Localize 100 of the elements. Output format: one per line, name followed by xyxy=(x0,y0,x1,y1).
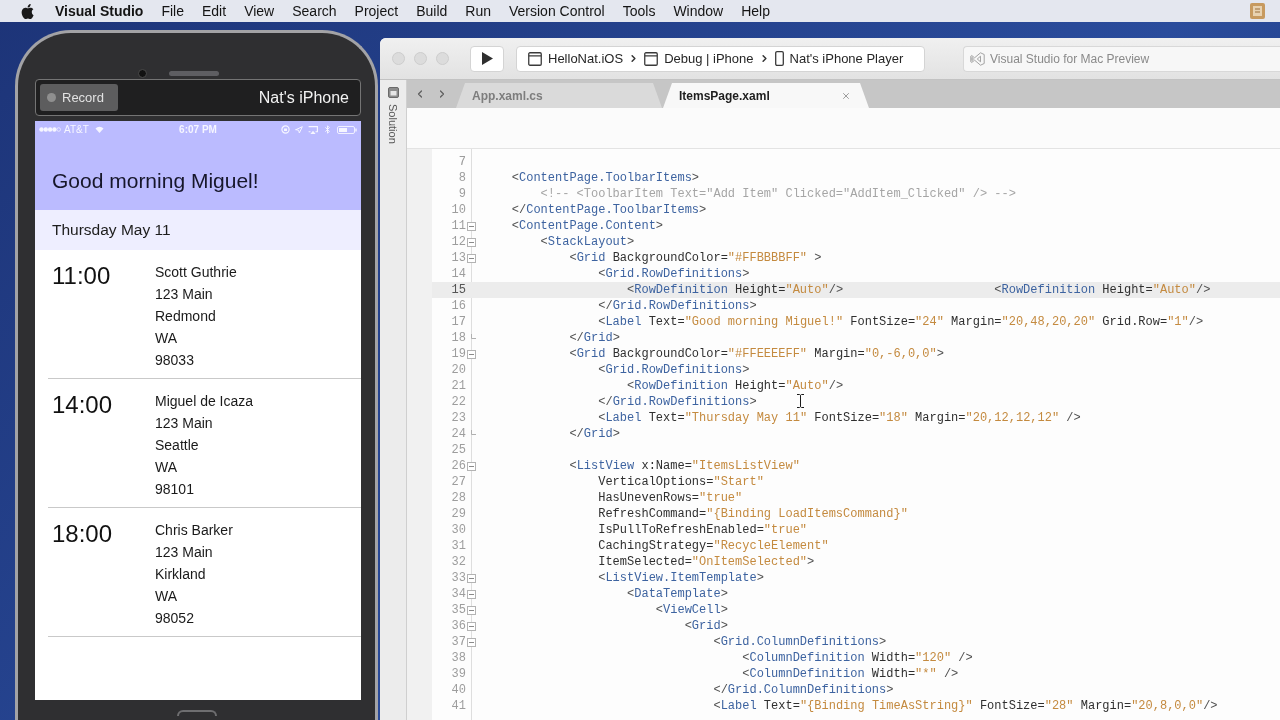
code-line: <Label Text="Thursday May 11" FontSize="18" Margin="20,12,12,12" /> xyxy=(598,410,1081,426)
device-name: Nat's iPhone xyxy=(258,87,349,108)
panel-icon[interactable] xyxy=(387,87,399,98)
code-line: <ColumnDefinition Width="120" /> xyxy=(742,650,973,666)
code-line: <Grid BackgroundColor="#FFEEEEFF" Margin="0,-6,0,0"> xyxy=(569,346,944,362)
menu-item[interactable]: Search xyxy=(292,0,337,22)
collapse-icon[interactable] xyxy=(467,253,476,263)
line-number: 27 xyxy=(451,474,466,490)
menu-item[interactable]: Project xyxy=(354,0,399,22)
app-icon[interactable] xyxy=(1250,3,1265,19)
line-number: 33 xyxy=(451,570,466,586)
collapse-icon[interactable] xyxy=(467,589,476,599)
line-number: 38 xyxy=(451,650,466,666)
editor-tab[interactable]: ItemsPage.xaml xyxy=(663,83,869,108)
menu-item[interactable]: Run xyxy=(465,0,491,22)
logo-icon xyxy=(970,51,985,66)
collapse-icon[interactable] xyxy=(467,221,476,231)
home-button[interactable] xyxy=(177,710,217,716)
menu-item[interactable]: View xyxy=(244,0,275,22)
line-number: 24 xyxy=(451,426,466,442)
code-line: <ViewCell> xyxy=(655,602,728,618)
line-number: 11 xyxy=(451,218,466,234)
breadcrumb-item[interactable]: Nat's iPhone Player xyxy=(774,48,904,69)
zip-code: 98101 xyxy=(155,480,194,499)
code-line: HasUnevenRows="true" xyxy=(598,490,743,506)
line-number: 31 xyxy=(451,538,466,554)
menu-item[interactable]: Tools xyxy=(622,0,656,22)
code-line: <Grid BackgroundColor="#FFBBBBFF" > xyxy=(569,250,822,266)
code-line: <ListView x:Name="ItemsListView" xyxy=(569,458,800,474)
collapse-icon[interactable] xyxy=(467,637,476,647)
code-line: <Grid.RowDefinitions> xyxy=(598,362,750,378)
appointment-time: 18:00 xyxy=(52,520,113,547)
code-line: <Grid> xyxy=(684,618,728,634)
breadcrumb-item[interactable]: HelloNat.iOS xyxy=(528,48,624,69)
rotation-lock-icon xyxy=(281,125,290,134)
menu-item[interactable]: File xyxy=(161,0,184,22)
line-number: 30 xyxy=(451,522,466,538)
line-number: 39 xyxy=(451,666,466,682)
line-number: 40 xyxy=(451,682,466,698)
run-button[interactable] xyxy=(470,45,504,72)
code-line: </Grid> xyxy=(569,426,620,442)
breadcrumb-item[interactable]: Debug | iPhone xyxy=(644,48,754,69)
city: Kirkland xyxy=(155,565,206,584)
collapse-icon[interactable] xyxy=(467,461,476,471)
record-button[interactable]: Record xyxy=(40,84,118,111)
menu-item[interactable]: Version Control xyxy=(509,0,605,22)
collapse-icon[interactable] xyxy=(467,621,476,631)
line-number: 21 xyxy=(451,378,466,394)
code-line: <ColumnDefinition Width="*" /> xyxy=(742,666,959,682)
street-address: 123 Main xyxy=(155,543,213,562)
code-line: <RowDefinition Height="Auto"/> xyxy=(627,378,844,394)
line-number: 14 xyxy=(451,266,466,282)
airplay-icon xyxy=(308,125,318,134)
battery-icon xyxy=(337,125,357,134)
code-line: <DataTemplate> xyxy=(627,586,728,602)
collapse-icon[interactable] xyxy=(467,237,476,247)
menu-item[interactable]: Window xyxy=(673,0,724,22)
code-line: IsPullToRefreshEnabled="true" xyxy=(598,522,808,538)
appointment-time: 11:00 xyxy=(52,262,111,289)
collapse-icon[interactable] xyxy=(467,605,476,615)
line-number: 36 xyxy=(451,618,466,634)
code-line: <RowDefinition Height="Auto"/> <RowDefinition Height="Auto"/> xyxy=(627,282,1211,298)
contact-name: Miguel de Icaza xyxy=(155,392,254,411)
phone-icon xyxy=(774,51,784,66)
collapse-icon[interactable] xyxy=(467,349,476,359)
line-number: 17 xyxy=(451,314,466,330)
line-number: 19 xyxy=(451,346,466,362)
line-number: 23 xyxy=(451,410,466,426)
app-menu[interactable]: Visual Studio xyxy=(55,0,144,22)
line-number: 12 xyxy=(451,234,466,250)
wifi-icon xyxy=(94,126,104,133)
code-line: <ContentPage.ToolbarItems> xyxy=(511,170,700,186)
line-number: 35 xyxy=(451,602,466,618)
contact-name: Scott Guthrie xyxy=(155,263,237,282)
menu-item[interactable]: Help xyxy=(741,0,770,22)
line-number: 37 xyxy=(451,634,466,650)
menu-item[interactable]: Build xyxy=(416,0,448,22)
line-number: 28 xyxy=(451,490,466,506)
street-address: 123 Main xyxy=(155,414,213,433)
state: WA xyxy=(155,458,178,477)
apple-logo-icon[interactable] xyxy=(21,3,34,19)
date-label: Thursday May 11 xyxy=(52,220,171,241)
line-number: 22 xyxy=(451,394,466,410)
zip-code: 98052 xyxy=(155,609,194,628)
signal-dots-icon xyxy=(39,127,61,132)
code-line: <Grid.RowDefinitions> xyxy=(598,266,750,282)
speaker-grille-icon xyxy=(169,70,219,76)
bluetooth-icon xyxy=(323,125,332,134)
code-line: VerticalOptions="Start" xyxy=(598,474,764,490)
play-icon xyxy=(481,52,493,65)
code-line: <Grid.ColumnDefinitions> xyxy=(713,634,887,650)
code-line: <Label Text="{Binding TimeAsString}" FontSize="28" Margin="20,8,0,0"/> xyxy=(713,698,1218,714)
code-line: ItemSelected="OnItemSelected"> xyxy=(598,554,815,570)
code-line: </Grid.ColumnDefinitions> xyxy=(713,682,894,698)
collapse-icon[interactable] xyxy=(467,573,476,583)
line-number: 41 xyxy=(451,698,466,714)
close-icon[interactable] xyxy=(841,90,851,101)
solution-tab[interactable]: Solution xyxy=(387,104,399,144)
menu-item[interactable]: Edit xyxy=(202,0,227,22)
contact-name: Chris Barker xyxy=(155,521,233,540)
